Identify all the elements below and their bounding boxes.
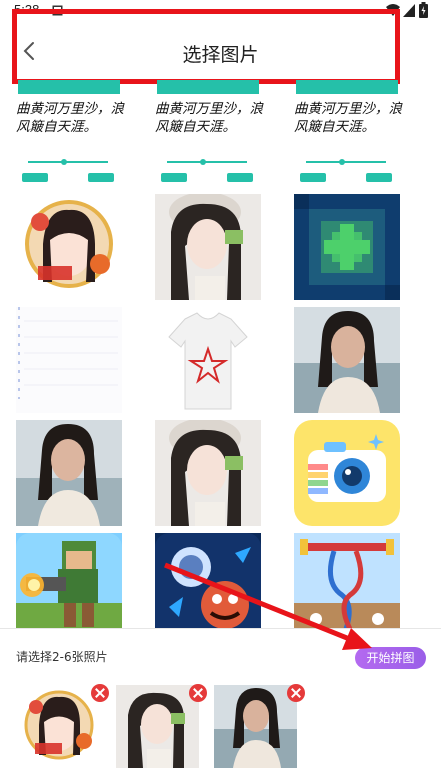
remove-photo-icon[interactable] — [91, 684, 109, 702]
screen: 5:38 选择图片 曲黄河万里沙，浪 风簸自天涯。 曲黄河万里沙，浪 风簸自天涯… — [0, 0, 441, 784]
photo-girl-portrait[interactable] — [155, 194, 261, 300]
remove-photo-icon[interactable] — [287, 684, 305, 702]
promo-slider — [28, 159, 108, 165]
promo-banner — [18, 80, 120, 94]
app-bar: 选择图片 — [0, 22, 441, 80]
promo-card[interactable]: 曲黄河万里沙，浪 风簸自天涯。 — [16, 80, 124, 190]
girl-portrait-image — [155, 194, 261, 300]
rope-game-image — [294, 533, 400, 628]
photo-tshirt[interactable] — [155, 307, 261, 413]
photo-rope-game[interactable] — [294, 533, 400, 628]
promo-slider — [167, 159, 247, 165]
document-image — [16, 307, 122, 413]
verse-line-1: 曲黄河万里沙，浪 — [294, 101, 402, 117]
selected-photo[interactable] — [18, 684, 109, 768]
promo-save-button — [300, 173, 326, 182]
wifi-icon — [386, 4, 400, 16]
promo-share-button — [88, 173, 114, 182]
verse-line-2: 风簸自天涯。 — [16, 119, 97, 135]
promo-banner — [296, 80, 398, 94]
avatar-frame-image — [25, 200, 113, 288]
photo-pixel-mosaic[interactable] — [294, 194, 400, 300]
selection-hint: 请选择2-6张照片 — [16, 650, 108, 664]
battery-icon — [419, 2, 428, 18]
photo-beach-girl[interactable] — [16, 420, 122, 526]
photo-avatar-frame[interactable] — [16, 194, 122, 300]
promo-card[interactable]: 曲黄河万里沙，浪 风簸自天涯。 — [155, 80, 263, 190]
beach-girl-image — [16, 420, 122, 526]
promo-slider — [306, 159, 386, 165]
camera-app-image — [294, 420, 400, 526]
verse-line-1: 曲黄河万里沙，浪 — [16, 101, 124, 117]
promo-verse: 曲黄河万里沙，浪 风簸自天涯。 — [294, 100, 404, 136]
start-collage-button[interactable]: 开始拼图 — [355, 647, 426, 669]
image-grid: 曲黄河万里沙，浪 风簸自天涯。 曲黄河万里沙，浪 风簸自天涯。 曲黄河万里沙，浪 风簸… — [0, 80, 441, 628]
promo-share-button — [227, 173, 253, 182]
promo-share-button — [366, 173, 392, 182]
photo-girl-portrait[interactable] — [155, 420, 261, 526]
selection-panel: 请选择2-6张照片 开始拼图 — [0, 629, 441, 784]
promo-save-button — [161, 173, 187, 182]
promo-banner — [157, 80, 259, 94]
selected-photo-image — [116, 685, 199, 768]
page-title: 选择图片 — [182, 44, 259, 66]
promo-verse: 曲黄河万里沙，浪 风簸自天涯。 — [155, 100, 265, 136]
photo-camera-app-icon[interactable] — [294, 420, 400, 526]
selected-photo-image — [18, 685, 101, 768]
verse-line-2: 风簸自天涯。 — [155, 119, 236, 135]
gallery-icon — [52, 5, 63, 16]
signal-icon — [403, 4, 415, 17]
selected-photo[interactable] — [116, 684, 207, 768]
promo-save-button — [22, 173, 48, 182]
selected-photo[interactable] — [214, 684, 305, 768]
selected-photo-image — [214, 685, 297, 768]
photo-game-battle[interactable] — [155, 533, 261, 628]
game-battle-image — [155, 533, 261, 628]
girl-portrait-image — [155, 420, 261, 526]
game-soldier-image — [16, 533, 122, 628]
beach-girl-image — [294, 307, 400, 413]
promo-card[interactable]: 曲黄河万里沙，浪 风簸自天涯。 — [294, 80, 402, 190]
pixel-mosaic-image — [294, 194, 400, 300]
status-time: 5:38 — [14, 2, 40, 17]
photo-document[interactable] — [16, 307, 122, 413]
remove-photo-icon[interactable] — [189, 684, 207, 702]
promo-verse: 曲黄河万里沙，浪 风簸自天涯。 — [16, 100, 126, 136]
tshirt-image — [155, 307, 261, 413]
photo-beach-girl[interactable] — [294, 307, 400, 413]
status-bar: 5:38 — [0, 0, 441, 22]
verse-line-2: 风簸自天涯。 — [294, 119, 375, 135]
verse-line-1: 曲黄河万里沙，浪 — [155, 101, 263, 117]
photo-game-soldier[interactable] — [16, 533, 122, 628]
